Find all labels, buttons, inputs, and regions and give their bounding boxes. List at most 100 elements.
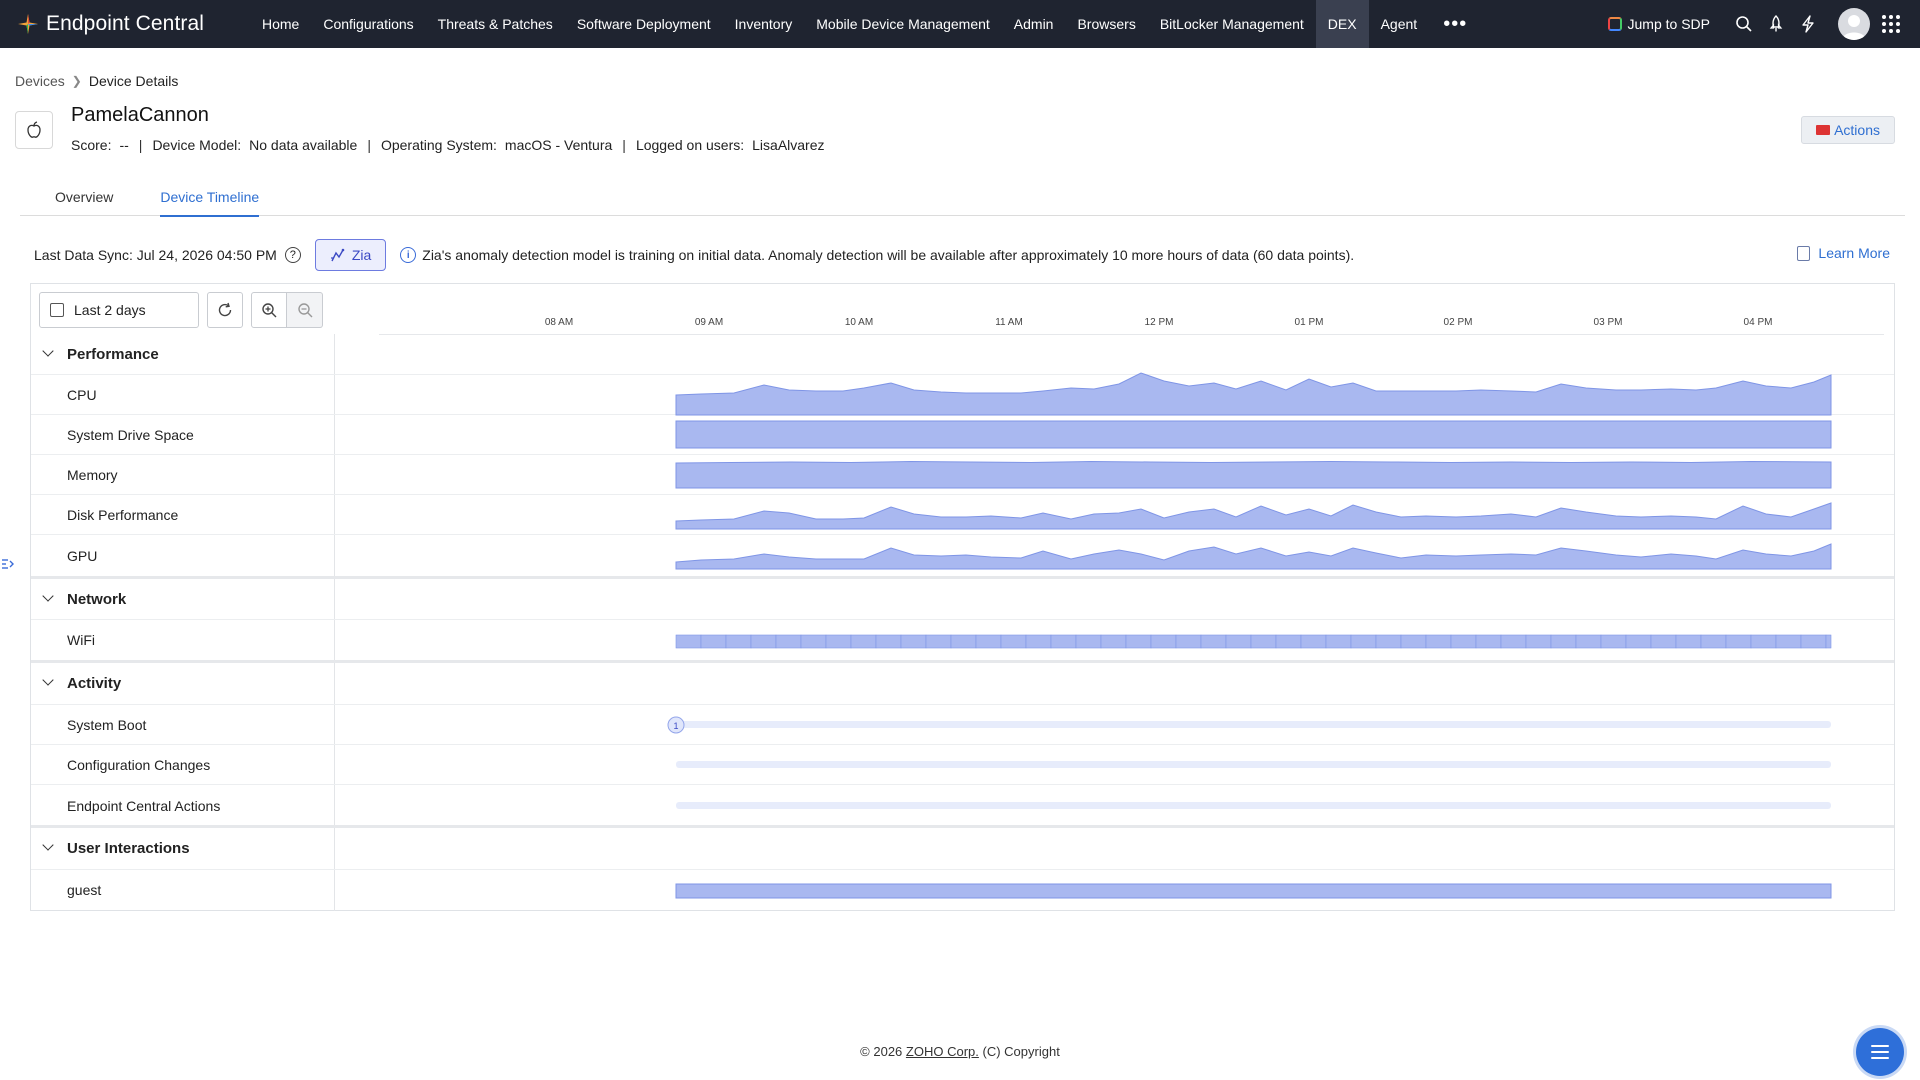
breadcrumb-current: Device Details — [88, 73, 179, 89]
wifi-bars — [675, 634, 1832, 649]
sync-row: Last Data Sync: Jul 24, 2026 04:50 PM ? … — [34, 238, 1354, 272]
wifi-segment[interactable] — [1550, 634, 1577, 649]
jump-to-sdp-link[interactable]: Jump to SDP — [1607, 16, 1710, 32]
help-icon[interactable]: ? — [284, 247, 301, 263]
wifi-segment[interactable] — [1100, 634, 1127, 649]
wifi-segment[interactable] — [1175, 634, 1202, 649]
wifi-segment[interactable] — [1800, 634, 1827, 649]
wifi-segment[interactable] — [750, 634, 777, 649]
wifi-segment[interactable] — [1200, 634, 1227, 649]
guest-session-bar[interactable] — [675, 883, 1832, 899]
wifi-segment[interactable] — [1075, 634, 1102, 649]
cpu-area — [675, 372, 1832, 416]
nav-configurations[interactable]: Configurations — [311, 0, 425, 48]
wifi-segment[interactable] — [1025, 634, 1052, 649]
wifi-segment[interactable] — [950, 634, 977, 649]
zia-button[interactable]: Zia — [314, 239, 387, 271]
apps-grid-icon[interactable] — [1880, 13, 1902, 35]
wifi-segment[interactable] — [1700, 634, 1727, 649]
wifi-segment[interactable] — [1150, 634, 1177, 649]
device-meta: Score: -- | Device Model: No data availa… — [71, 137, 835, 153]
wifi-segment[interactable] — [1475, 634, 1502, 649]
wifi-segment[interactable] — [1775, 634, 1802, 649]
system-boot-count: 1 — [673, 721, 678, 731]
wifi-segment[interactable] — [1275, 634, 1302, 649]
memory-area — [675, 460, 1832, 489]
wifi-segment[interactable] — [850, 634, 877, 649]
nav-inventory[interactable]: Inventory — [723, 0, 805, 48]
wifi-segment[interactable] — [925, 634, 952, 649]
wifi-segment[interactable] — [1125, 634, 1152, 649]
wifi-segment[interactable] — [1300, 634, 1327, 649]
sidebar-expand-icon[interactable] — [0, 553, 16, 575]
wifi-segment[interactable] — [1725, 634, 1752, 649]
wifi-segment[interactable] — [700, 634, 727, 649]
footer: © 2026 ZOHO Corp. (C) Copyright — [0, 1044, 1920, 1059]
top-navigation: Endpoint Central Home Configurations Thr… — [0, 0, 1920, 48]
nav-browsers[interactable]: Browsers — [1065, 0, 1147, 48]
wifi-segment[interactable] — [675, 634, 702, 649]
wifi-segment[interactable] — [975, 634, 1002, 649]
wifi-segment[interactable] — [1600, 634, 1627, 649]
lightning-icon[interactable] — [1798, 14, 1818, 34]
wifi-segment[interactable] — [1525, 634, 1552, 649]
wifi-segment[interactable] — [1400, 634, 1427, 649]
wifi-segment[interactable] — [1250, 634, 1277, 649]
zia-label: Zia — [351, 247, 372, 263]
tab-overview[interactable]: Overview — [20, 183, 148, 216]
tab-bar: Overview Device Timeline — [20, 183, 1905, 217]
wifi-segment[interactable] — [725, 634, 752, 649]
device-model-label: Device Model: — [152, 137, 242, 153]
actions-button[interactable]: Actions — [1801, 116, 1895, 144]
wifi-segment[interactable] — [1650, 634, 1677, 649]
wifi-segment[interactable] — [775, 634, 802, 649]
score-value: -- — [119, 137, 129, 153]
nav-mdm[interactable]: Mobile Device Management — [804, 0, 1002, 48]
wifi-segment[interactable] — [1825, 634, 1832, 649]
breadcrumb-devices-link[interactable]: Devices — [15, 73, 65, 89]
wifi-segment[interactable] — [825, 634, 852, 649]
nav-right-tools: Jump to SDP — [1607, 0, 1920, 48]
more-menu-icon[interactable]: ••• — [1429, 0, 1481, 48]
wifi-segment[interactable] — [1350, 634, 1377, 649]
device-timeline: Last 2 days 08 AM 09 AM 10 AM 11 AM 12 P… — [30, 283, 1895, 911]
wifi-segment[interactable] — [1750, 634, 1777, 649]
nav-dex[interactable]: DEX — [1315, 0, 1369, 48]
wifi-segment[interactable] — [1425, 634, 1452, 649]
learn-more-link[interactable]: Learn More — [1797, 245, 1890, 261]
brand[interactable]: Endpoint Central — [0, 12, 250, 36]
wifi-segment[interactable] — [1050, 634, 1077, 649]
wifi-segment[interactable] — [1625, 634, 1652, 649]
nav-agent[interactable]: Agent — [1369, 0, 1430, 48]
apple-icon — [15, 111, 53, 149]
rocket-icon[interactable] — [1766, 14, 1786, 34]
wifi-segment[interactable] — [1500, 634, 1527, 649]
app-title: Endpoint Central — [46, 12, 205, 35]
main-menu: Home Configurations Threats & Patches So… — [250, 0, 1481, 48]
zoho-corp-link[interactable]: ZOHO Corp. — [906, 1044, 979, 1059]
search-icon[interactable] — [1734, 14, 1754, 34]
wifi-segment[interactable] — [1450, 634, 1477, 649]
wifi-segment[interactable] — [1575, 634, 1602, 649]
wifi-segment[interactable] — [1325, 634, 1352, 649]
endpoint-central-actions-track — [676, 802, 1831, 809]
menu-fab-button[interactable] — [1856, 1028, 1904, 1076]
wifi-segment[interactable] — [1675, 634, 1702, 649]
user-avatar[interactable] — [1838, 8, 1870, 40]
wifi-segment[interactable] — [1225, 634, 1252, 649]
nav-software-deployment[interactable]: Software Deployment — [565, 0, 723, 48]
nav-home[interactable]: Home — [250, 0, 311, 48]
tab-device-timeline[interactable]: Device Timeline — [136, 183, 283, 217]
actions-label: Actions — [1834, 122, 1880, 138]
wifi-segment[interactable] — [800, 634, 827, 649]
wifi-segment[interactable] — [1000, 634, 1027, 649]
nav-admin[interactable]: Admin — [1002, 0, 1066, 48]
document-icon — [1797, 245, 1811, 261]
wifi-segment[interactable] — [1375, 634, 1402, 649]
remote-screen-icon — [1816, 125, 1831, 135]
nav-threats-patches[interactable]: Threats & Patches — [426, 0, 565, 48]
nav-bitlocker[interactable]: BitLocker Management — [1148, 0, 1316, 48]
wifi-segment[interactable] — [900, 634, 927, 649]
system-drive-space-bar — [675, 420, 1832, 449]
wifi-segment[interactable] — [875, 634, 902, 649]
